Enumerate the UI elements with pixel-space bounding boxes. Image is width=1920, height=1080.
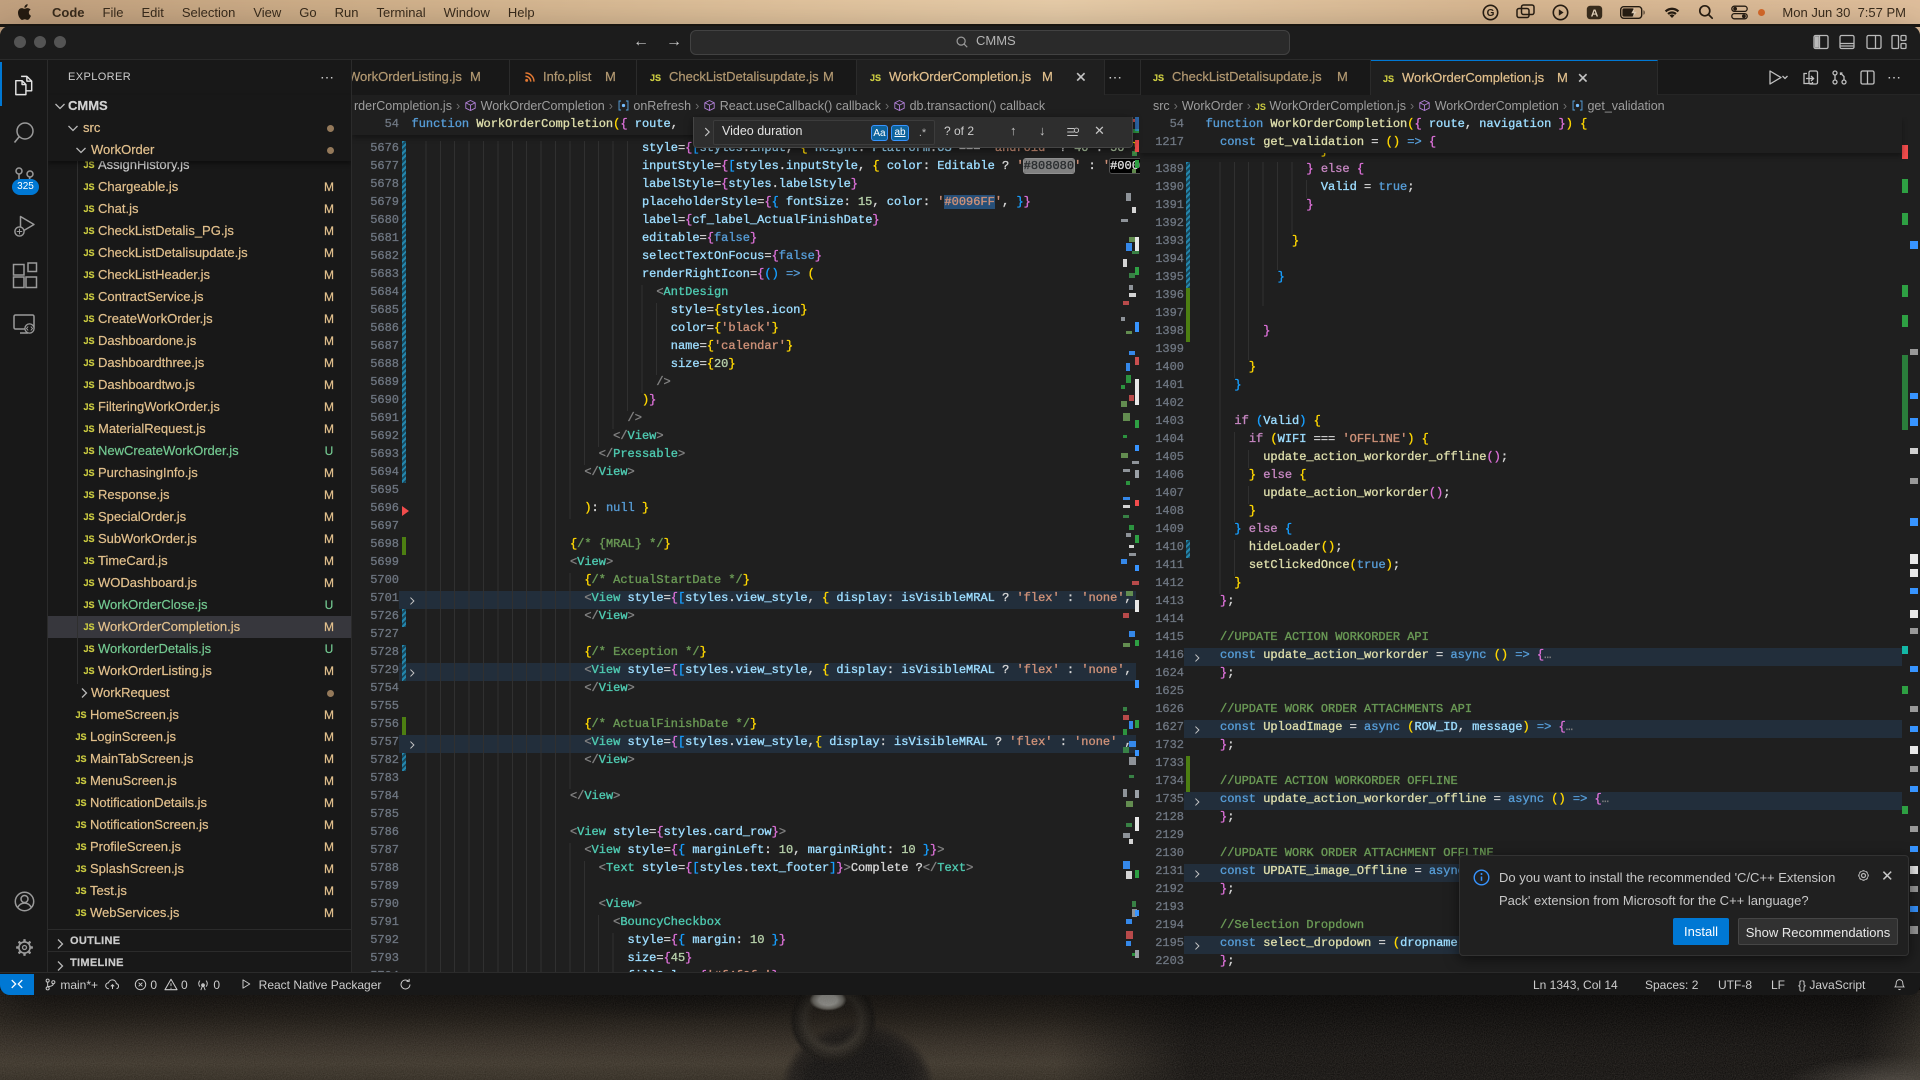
svg-text:G: G: [1487, 8, 1495, 19]
svg-text:A: A: [1591, 7, 1599, 19]
